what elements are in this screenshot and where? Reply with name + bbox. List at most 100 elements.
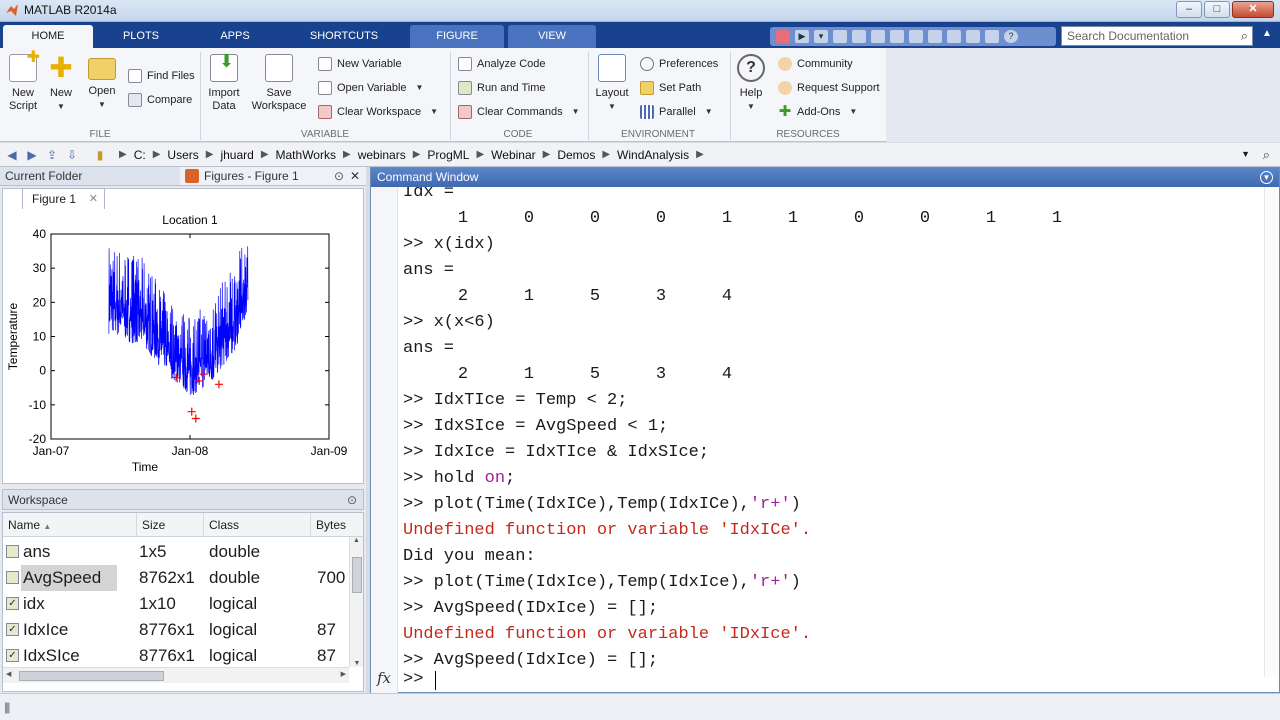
save-icon[interactable] — [852, 30, 866, 43]
panel-menu-icon[interactable]: ⊙ — [347, 490, 357, 510]
chevron-down-icon[interactable]: ▼ — [1241, 149, 1250, 159]
clear-workspace-button[interactable]: Clear Workspace ▼ — [318, 103, 438, 121]
workspace-row[interactable]: ans 1x5 double — [3, 539, 351, 565]
clear-commands-button[interactable]: Clear Commands ▼ — [458, 103, 580, 121]
analyze-code-button[interactable]: Analyze Code — [458, 55, 546, 73]
switch-windows-icon[interactable] — [966, 30, 980, 43]
scroll-right-icon[interactable]: ▶ — [341, 670, 346, 678]
search-icon[interactable]: ⌕ — [1241, 28, 1248, 44]
new-script-button[interactable]: ✚ New Script — [6, 50, 40, 113]
help-icon[interactable]: ? — [1004, 30, 1018, 43]
undo-icon[interactable] — [928, 30, 942, 43]
search-documentation-input[interactable]: Search Documentation ⌕ — [1061, 26, 1253, 46]
dropdown-icon[interactable]: ▾ — [814, 30, 828, 43]
column-bytes[interactable]: Bytes — [311, 513, 363, 537]
column-name[interactable]: Name ▲ — [3, 513, 137, 537]
workspace-row[interactable]: ✓ idx 1x10 logical — [3, 591, 351, 617]
cut-icon[interactable] — [871, 30, 885, 43]
line-text: >> x(idx) — [403, 235, 495, 254]
search-icon[interactable]: ⌕ — [1263, 147, 1270, 163]
minimize-button[interactable]: – — [1176, 1, 1202, 18]
eraser-icon[interactable] — [776, 30, 790, 43]
find-files-button[interactable]: Find Files — [128, 67, 195, 85]
copy-icon[interactable] — [890, 30, 904, 43]
close-icon[interactable]: ✕ — [350, 167, 360, 186]
run-and-time-button[interactable]: Run and Time — [458, 79, 545, 97]
community-button[interactable]: Community — [778, 55, 853, 73]
breadcrumb-item[interactable]: Demos — [553, 148, 599, 162]
chevron-down-icon: ▼ — [57, 102, 65, 111]
open-button[interactable]: Open ▼ — [86, 54, 118, 111]
collapse-ribbon-icon[interactable]: ▲ — [1262, 28, 1272, 39]
scroll-left-icon[interactable]: ◀ — [6, 670, 11, 678]
current-folder-header[interactable]: Current Folder — [0, 167, 180, 186]
column-size[interactable]: Size — [137, 513, 204, 537]
layout-button[interactable]: Layout ▼ — [594, 54, 630, 113]
forward-arrow-icon[interactable]: ▶ — [24, 148, 40, 162]
scroll-up-icon[interactable]: ▲ — [350, 537, 363, 544]
breadcrumb-item[interactable]: webinars — [354, 148, 410, 162]
up-folder-icon[interactable]: ⇪ — [44, 148, 60, 162]
tab-figure[interactable]: FIGURE — [410, 25, 504, 48]
line-text: >> IdxSIce = AvgSpeed < 1; — [403, 417, 669, 436]
breadcrumb-item[interactable]: jhuard — [216, 148, 257, 162]
panel-menu-icon[interactable]: ⊙ — [334, 167, 344, 186]
fx-icon[interactable]: fx — [377, 669, 391, 687]
new-button[interactable]: ✚ New ▼ — [46, 54, 76, 113]
close-icon[interactable]: ✕ — [89, 189, 98, 209]
tab-shortcuts[interactable]: SHORTCUTS — [288, 25, 400, 48]
horizontal-scrollbar[interactable]: ◀ ▶ — [3, 667, 349, 683]
panel-menu-icon[interactable]: ▼ — [1260, 171, 1273, 184]
breadcrumb-item[interactable]: WindAnalysis — [613, 148, 693, 162]
add-ons-button[interactable]: ✚ Add-Ons ▼ — [778, 103, 858, 121]
request-support-button[interactable]: Request Support — [778, 79, 880, 97]
line-text: >> plot(Time(IdxIce),Temp(IdxIce), — [403, 573, 750, 592]
tab-apps[interactable]: APPS — [190, 25, 280, 48]
variable-size: 8762x1 — [139, 568, 195, 587]
import-data-button[interactable]: ⬇ Import Data — [206, 52, 242, 113]
save-workspace-button[interactable]: Save Workspace — [250, 54, 308, 113]
breadcrumb-item[interactable]: MathWorks — [272, 148, 340, 162]
help-button[interactable]: ? Help ▼ — [736, 54, 766, 113]
breadcrumb-item[interactable]: ProgML — [423, 148, 473, 162]
new-icon[interactable] — [833, 30, 847, 43]
command-output[interactable]: Idx = 1 0 0 0 1 1 0 0 1 1 >> x(idx) ans = 2 1 5 3 4 >> x(x… — [403, 187, 1263, 669]
compare-button[interactable]: Compare — [128, 91, 192, 109]
close-button[interactable]: ✕ — [1232, 1, 1274, 18]
redo-icon[interactable] — [947, 30, 961, 43]
community-label: Community — [797, 58, 853, 70]
scrollbar-thumb[interactable] — [19, 671, 164, 681]
scroll-down-icon[interactable]: ▼ — [350, 660, 363, 667]
workspace-row[interactable]: AvgSpeed 8762x1 double 700 — [3, 565, 351, 591]
title-bar: MATLAB R2014a – □ ✕ — [0, 0, 1280, 22]
maximize-button[interactable]: □ — [1204, 1, 1230, 18]
open-variable-button[interactable]: Open Variable ▼ — [318, 79, 423, 97]
breadcrumb-item[interactable]: Webinar — [487, 148, 539, 162]
tab-home[interactable]: HOME — [3, 25, 93, 48]
command-prompt-row[interactable]: fx >> — [371, 668, 1279, 692]
workspace-row[interactable]: ✓ IdxIce 8776x1 logical 87 — [3, 617, 351, 643]
set-path-button[interactable]: Set Path — [640, 79, 701, 97]
paste-icon[interactable] — [909, 30, 923, 43]
vertical-scrollbar[interactable]: ▲ ▼ — [349, 537, 363, 667]
breadcrumb-item[interactable]: C: — [130, 148, 150, 162]
run-icon[interactable]: ▶ — [795, 30, 809, 43]
column-class[interactable]: Class — [204, 513, 311, 537]
tab-figure-1[interactable]: Figure 1 ✕ — [22, 188, 105, 209]
tab-view[interactable]: VIEW — [508, 25, 596, 48]
new-variable-button[interactable]: New Variable — [318, 55, 402, 73]
breadcrumb-item[interactable]: Users — [163, 148, 202, 162]
browse-folder-icon[interactable]: ⇩ — [64, 148, 80, 162]
layout-icon[interactable] — [985, 30, 999, 43]
preferences-button[interactable]: Preferences — [640, 55, 718, 73]
vertical-scrollbar[interactable] — [1264, 187, 1278, 677]
parallel-button[interactable]: Parallel ▼ — [640, 103, 713, 121]
breadcrumb: ▶ C: ▶ Users ▶ jhuard ▶ MathWorks ▶ webinars ▶ Prog… — [116, 148, 707, 162]
tab-plots[interactable]: PLOTS — [100, 25, 182, 48]
workspace-table: Name ▲ Size Class Bytes ans 1x5 double AvgS… — [2, 512, 364, 692]
back-arrow-icon[interactable]: ◀ — [4, 148, 20, 162]
scrollbar-thumb[interactable] — [352, 557, 362, 593]
output-line: Did you mean: — [403, 545, 536, 569]
variable-name: AvgSpeed — [21, 565, 117, 591]
workspace-row[interactable]: ✓ IdxSIce 8776x1 logical 87 — [3, 643, 351, 669]
